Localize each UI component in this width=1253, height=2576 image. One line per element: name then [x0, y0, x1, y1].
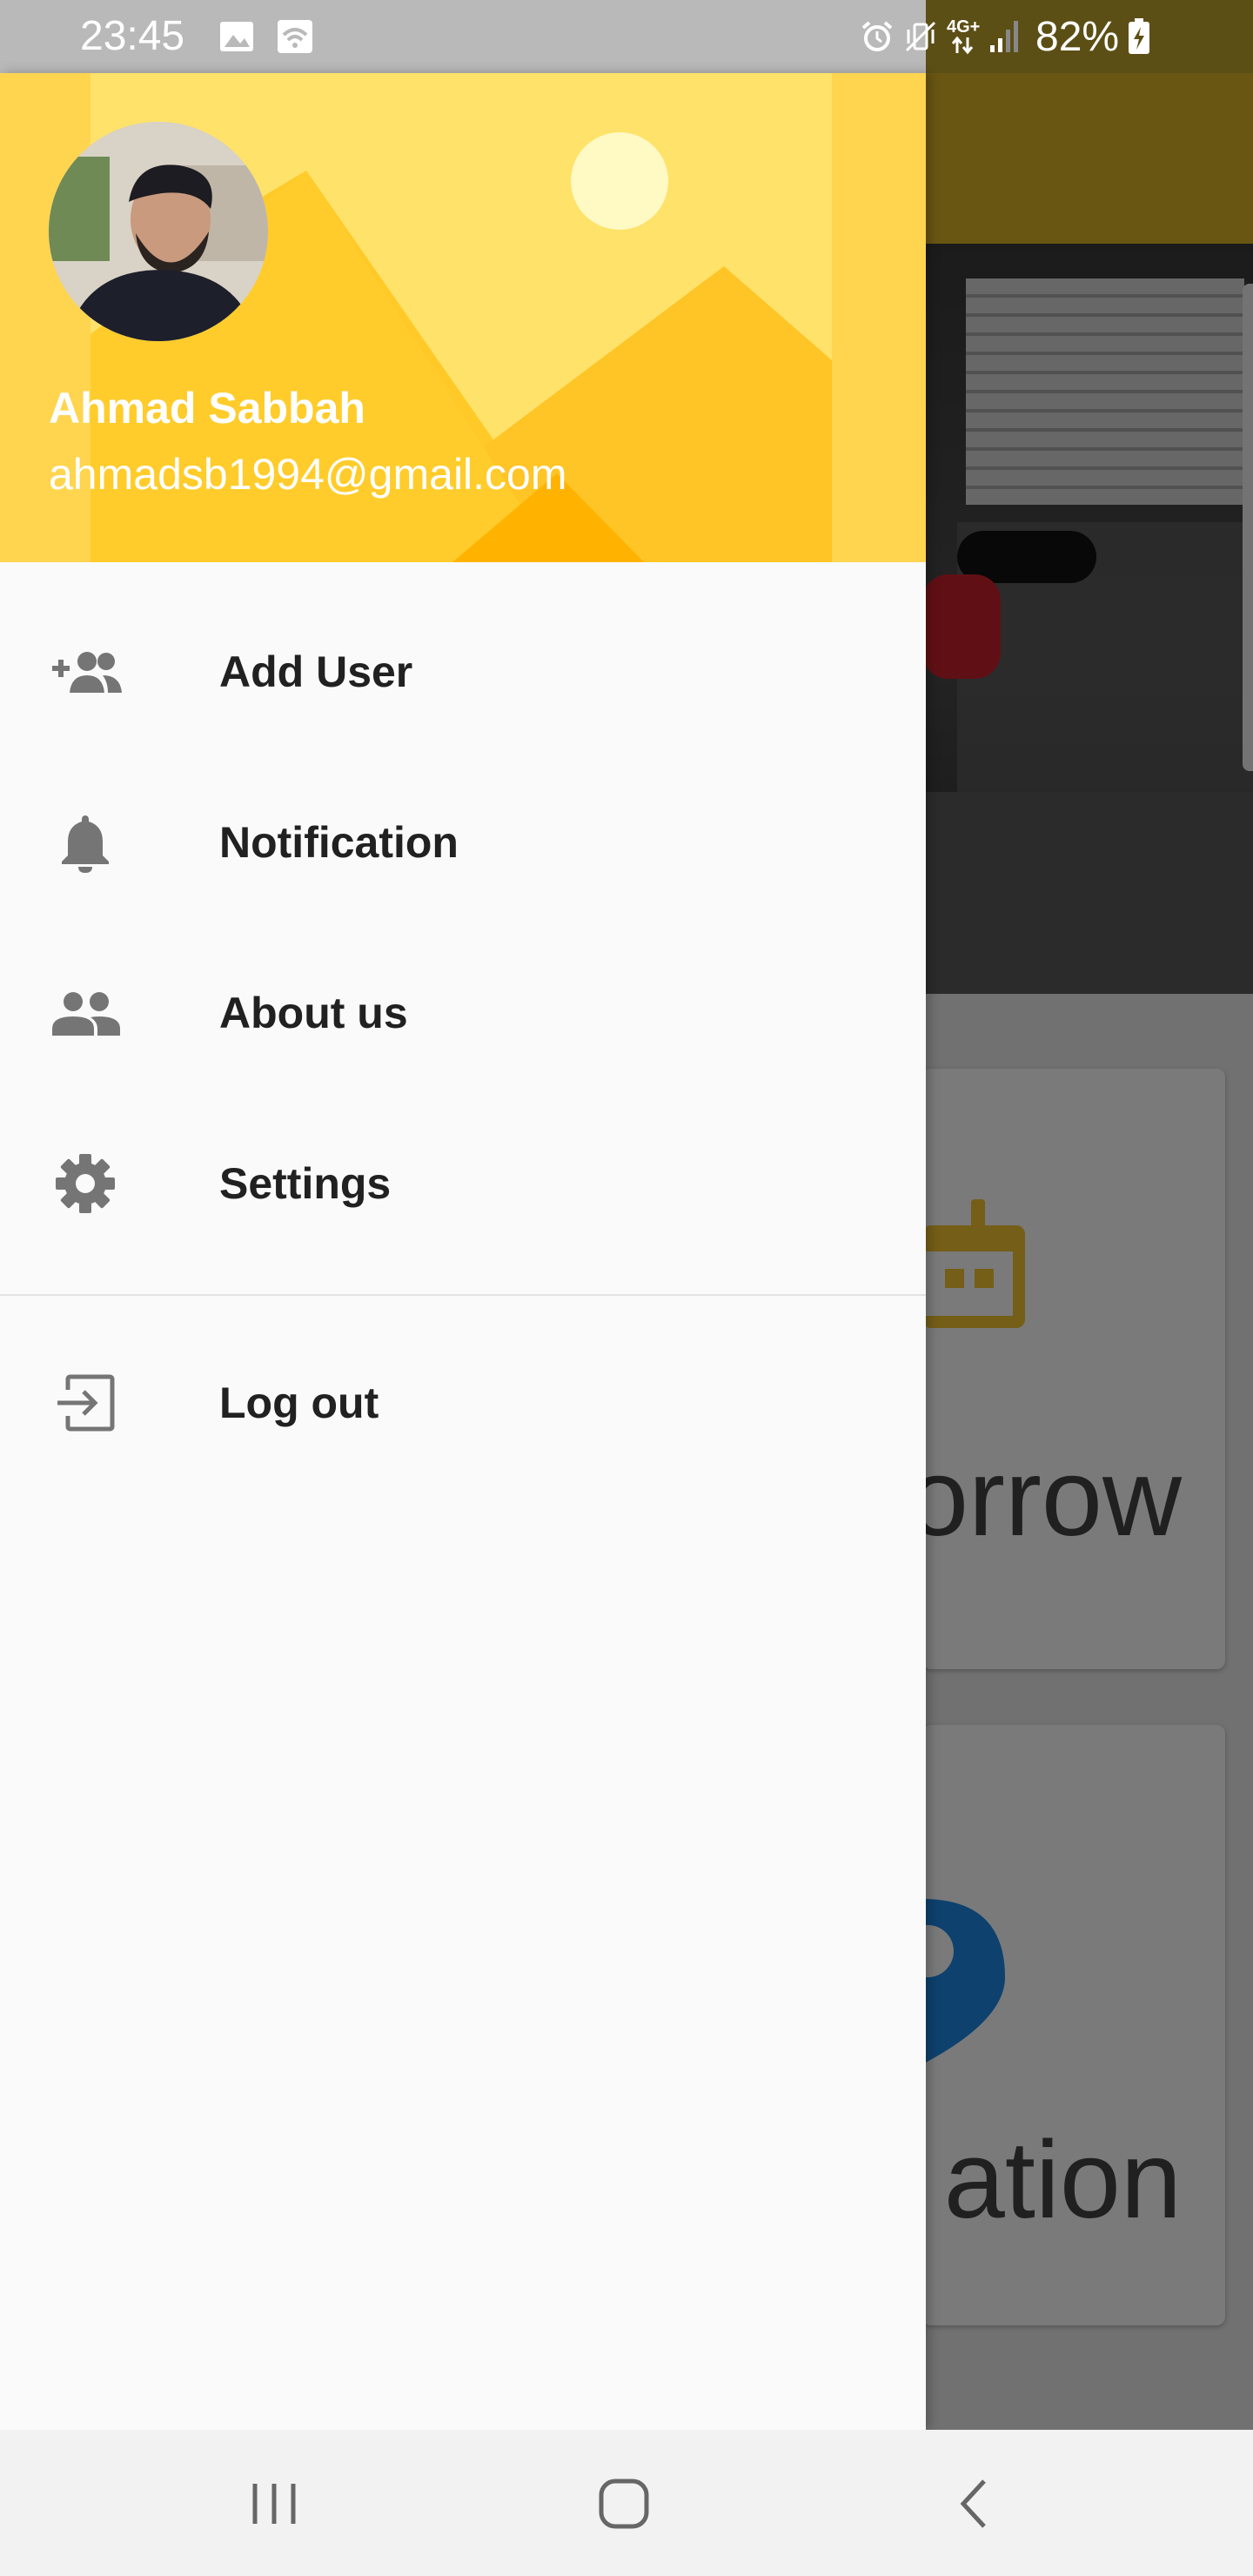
avatar[interactable] [49, 122, 268, 341]
logout-icon [49, 1366, 122, 1439]
network-type: 4G+ [947, 18, 980, 55]
menu-label: Settings [219, 1159, 392, 1208]
divider [0, 1294, 926, 1296]
image-icon [220, 22, 253, 51]
battery-percent: 82% [1035, 13, 1120, 60]
alarm-icon [861, 21, 893, 51]
gear-icon [49, 1147, 122, 1220]
user-name: Ahmad Sabbah [49, 384, 365, 433]
user-email: ahmadsb1994@gmail.com [49, 450, 567, 499]
profile-photo [49, 122, 268, 341]
drawer-header: Ahmad Sabbah ahmadsb1994@gmail.com [0, 73, 926, 562]
back-icon [960, 2479, 986, 2528]
data-arrows-icon [951, 36, 974, 55]
menu-label: Notification [219, 818, 459, 867]
recents-icon [252, 2484, 296, 2524]
battery-charging-icon [1129, 18, 1150, 54]
menu-item-about-us[interactable]: About us [0, 928, 926, 1098]
vibrate-icon [905, 21, 936, 52]
status-time: 23:45 [80, 13, 185, 59]
menu-item-notification[interactable]: Notification [0, 757, 926, 928]
navigation-drawer: Ahmad Sabbah ahmadsb1994@gmail.com Add U… [0, 73, 926, 2430]
menu-item-log-out[interactable]: Log out [0, 1318, 926, 1488]
status-icons: 4G+ 82% [860, 12, 1150, 61]
menu-label: Add User [219, 647, 413, 696]
menu-label: Log out [219, 1379, 379, 1427]
home-button[interactable] [585, 2465, 663, 2543]
menu-item-add-user[interactable]: Add User [0, 587, 926, 757]
menu-label: About us [219, 989, 408, 1037]
people-icon [49, 976, 122, 1050]
status-bar: 23:45 4G+ 82% [0, 0, 1253, 73]
add-group-icon [49, 635, 122, 708]
recents-button[interactable] [235, 2465, 313, 2543]
home-icon [599, 2479, 649, 2529]
system-nav-bar [0, 2430, 1253, 2576]
bell-icon [49, 806, 122, 879]
wifi-icon [278, 20, 312, 53]
signal-icon [990, 21, 1018, 52]
menu-item-settings[interactable]: Settings [0, 1098, 926, 1269]
back-button[interactable] [935, 2465, 1013, 2543]
